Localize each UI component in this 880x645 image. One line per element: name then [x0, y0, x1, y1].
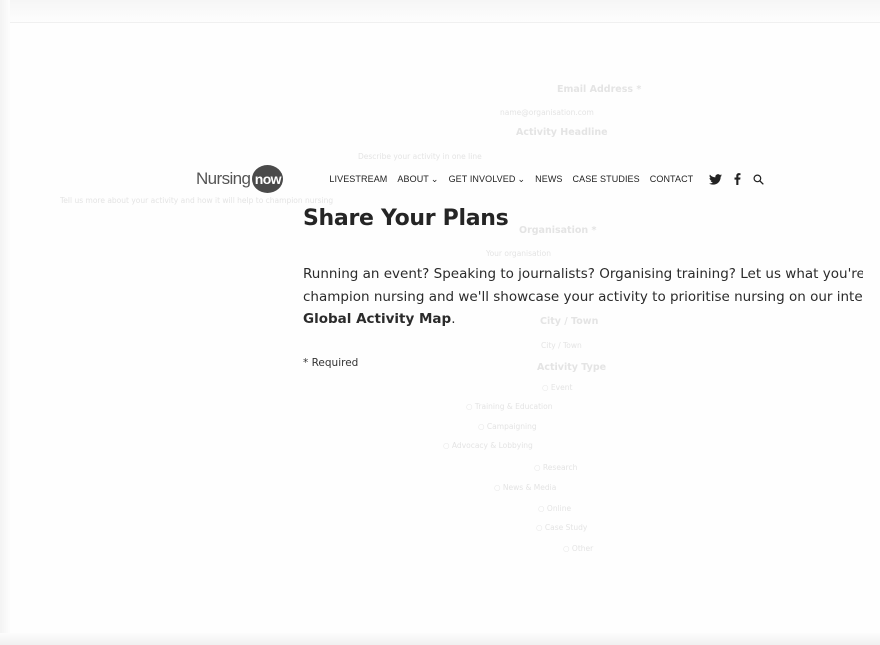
- intro-paragraph: Running an event? Speaking to journalist…: [303, 263, 863, 331]
- site-header: Nursing now LIVESTREAM ABOUT ⌄ GET INVOLV…: [196, 164, 836, 194]
- main-nav: LIVESTREAM ABOUT ⌄ GET INVOLVED ⌄ NEWS CAS…: [329, 173, 770, 185]
- global-activity-map-link[interactable]: Global Activity Map: [303, 311, 451, 327]
- scan-bottom-edge: [0, 633, 880, 645]
- intro-line: champion nursing and we'll showcase your…: [303, 288, 863, 305]
- intro-line: Running an event? Speaking to journalist…: [303, 266, 863, 282]
- nav-label: CONTACT: [649, 174, 694, 184]
- ghost-text: Tell us more about your activity and how…: [60, 196, 334, 205]
- nav-label: GET INVOLVED: [448, 173, 516, 184]
- nav-contact[interactable]: CONTACT: [650, 174, 694, 184]
- ghost-text: Describe your activity in one line: [358, 152, 482, 161]
- nav-livestream[interactable]: LIVESTREAM: [329, 174, 387, 184]
- intro-period: .: [451, 311, 456, 327]
- ghost-text: name@organisation.com: [500, 108, 594, 117]
- search-icon[interactable]: [753, 173, 764, 185]
- ghost-text: ○ Campaigning: [478, 422, 537, 431]
- nav-label: LIVESTREAM: [329, 174, 388, 184]
- scan-left-edge: [0, 0, 10, 645]
- ghost-text: ○ Event: [542, 383, 573, 392]
- site-logo[interactable]: Nursing now: [196, 165, 284, 193]
- ghost-text: ○ Online: [538, 504, 572, 513]
- required-note: * Required: [303, 357, 359, 369]
- ghost-text: Your organisation: [486, 249, 551, 258]
- facebook-icon[interactable]: [734, 173, 741, 185]
- ghost-text: ○ Training & Education: [466, 402, 553, 411]
- intro-line: Global Activity Map.: [303, 308, 863, 331]
- scan-top-edge: [0, 0, 880, 23]
- nav-news[interactable]: NEWS: [535, 174, 562, 184]
- scanned-page: Email Address * name@organisation.com Ac…: [0, 0, 880, 645]
- ghost-text: Activity Type: [537, 362, 607, 373]
- twitter-icon[interactable]: [709, 173, 723, 185]
- logo-badge: now: [252, 165, 284, 193]
- nav-label: CASE STUDIES: [572, 174, 640, 184]
- nav-about[interactable]: ABOUT ⌄: [397, 174, 438, 185]
- ghost-text: ○ News & Media: [494, 483, 557, 492]
- ghost-text: ○ Case Study: [536, 523, 588, 532]
- chevron-down-icon: ⌄: [430, 173, 439, 184]
- ghost-text: Email Address *: [557, 84, 642, 95]
- page-title: Share Your Plans: [303, 206, 509, 231]
- logo-text: Nursing: [196, 169, 251, 188]
- nav-label: ABOUT: [397, 173, 429, 184]
- ghost-text: ○ Advocacy & Lobbying: [443, 441, 533, 450]
- chevron-down-icon: ⌄: [517, 173, 526, 184]
- ghost-text: Activity Headline: [516, 127, 608, 138]
- nav-get-involved[interactable]: GET INVOLVED ⌄: [449, 174, 526, 185]
- nav-case-studies[interactable]: CASE STUDIES: [573, 174, 640, 184]
- ghost-text: ○ Other: [563, 544, 594, 553]
- nav-label: NEWS: [535, 174, 563, 184]
- ghost-text: ○ Research: [534, 463, 578, 472]
- ghost-text: Organisation *: [519, 225, 597, 236]
- ghost-text: City / Town: [541, 341, 582, 350]
